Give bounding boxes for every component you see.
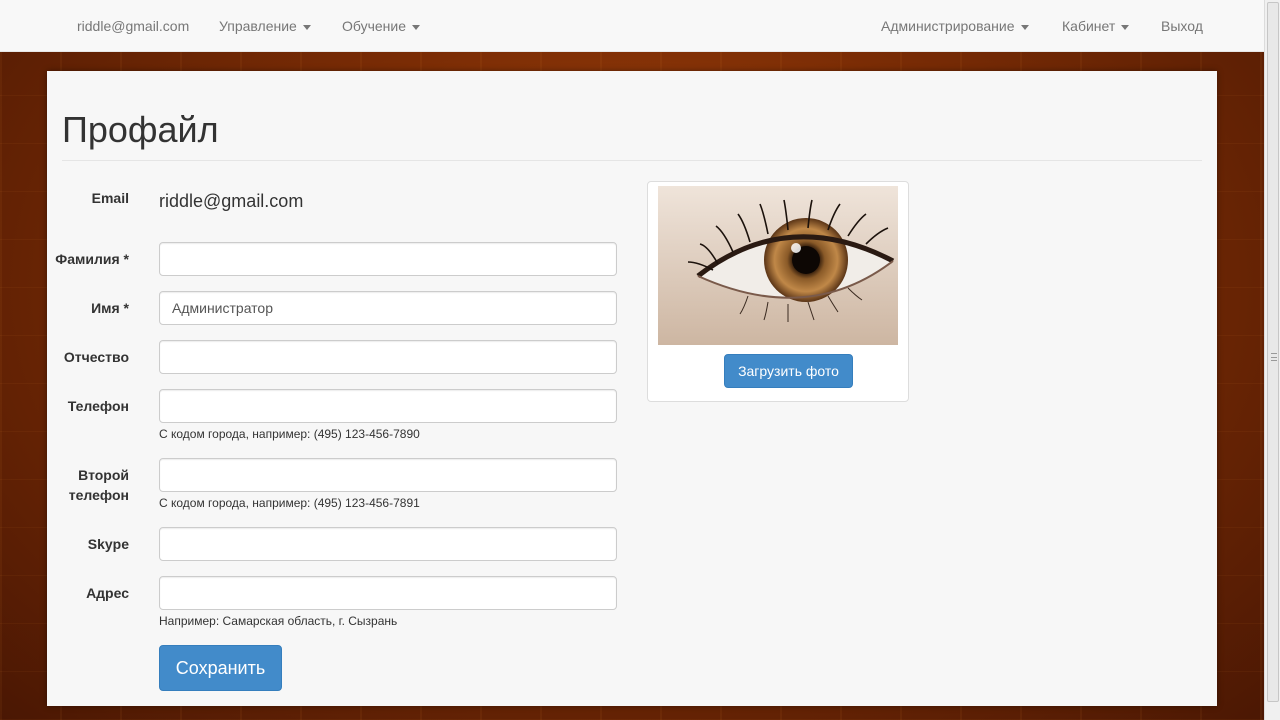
save-button[interactable]: Сохранить: [159, 645, 282, 691]
address-label: Адрес: [86, 585, 129, 601]
title-divider: [62, 160, 1202, 161]
last-name-input[interactable]: [159, 242, 617, 276]
first-name-label: Имя *: [91, 300, 129, 316]
nav-management-label: Управление: [219, 18, 297, 34]
page-title: Профайл: [62, 109, 219, 150]
top-navbar: riddle@gmail.com Управление Обучение Адм…: [0, 0, 1264, 52]
phone2-input[interactable]: [159, 458, 617, 492]
nav-cabinet-dropdown[interactable]: Кабинет: [1062, 0, 1130, 52]
phone2-label: Второй телефон: [69, 465, 129, 505]
nav-learning-dropdown[interactable]: Обучение: [342, 0, 421, 52]
nav-cabinet-label: Кабинет: [1062, 18, 1116, 34]
caret-down-icon: [1121, 24, 1130, 30]
address-input[interactable]: [159, 576, 617, 610]
middle-name-label: Отчество: [63, 349, 129, 365]
nav-management-dropdown[interactable]: Управление: [219, 0, 311, 52]
caret-down-icon: [412, 24, 421, 30]
nav-learning-label: Обучение: [342, 18, 407, 34]
skype-label: Skype: [87, 536, 129, 552]
nav-user-email[interactable]: riddle@gmail.com: [77, 0, 189, 52]
phone-label: Телефон: [67, 398, 129, 414]
caret-down-icon: [1020, 24, 1029, 30]
email-value: riddle@gmail.com: [159, 191, 304, 211]
upload-photo-button[interactable]: Загрузить фото: [724, 354, 853, 388]
address-help-text: Например: Самарская область, г. Сызрань: [159, 614, 398, 628]
scrollbar-grip-icon: [1271, 353, 1277, 361]
phone-help-text: С кодом города, например: (495) 123-456-…: [159, 427, 420, 441]
last-name-label: Фамилия *: [55, 251, 129, 267]
profile-photo-card: Загрузить фото: [647, 181, 909, 402]
profile-panel: Профайл Email riddle@gmail.com Фамилия *…: [47, 71, 1217, 706]
phone2-label-line2: телефон: [68, 487, 129, 503]
scrollbar-thumb[interactable]: [1267, 2, 1279, 702]
caret-down-icon: [302, 24, 311, 30]
phone2-help-text: С кодом города, например: (495) 123-456-…: [159, 496, 420, 510]
email-label: Email: [91, 190, 129, 206]
middle-name-input[interactable]: [159, 340, 617, 374]
nav-administration-label: Администрирование: [881, 18, 1015, 34]
first-name-input[interactable]: [159, 291, 617, 325]
phone2-label-line1: Второй: [78, 467, 129, 483]
eye-illustration-icon: [658, 186, 898, 345]
profile-photo-eye-image: [658, 186, 898, 345]
nav-administration-dropdown[interactable]: Администрирование: [881, 0, 1029, 52]
skype-input[interactable]: [159, 527, 617, 561]
vertical-scrollbar[interactable]: [1264, 0, 1280, 720]
phone-input[interactable]: [159, 389, 617, 423]
nav-logout-link[interactable]: Выход: [1161, 0, 1203, 52]
